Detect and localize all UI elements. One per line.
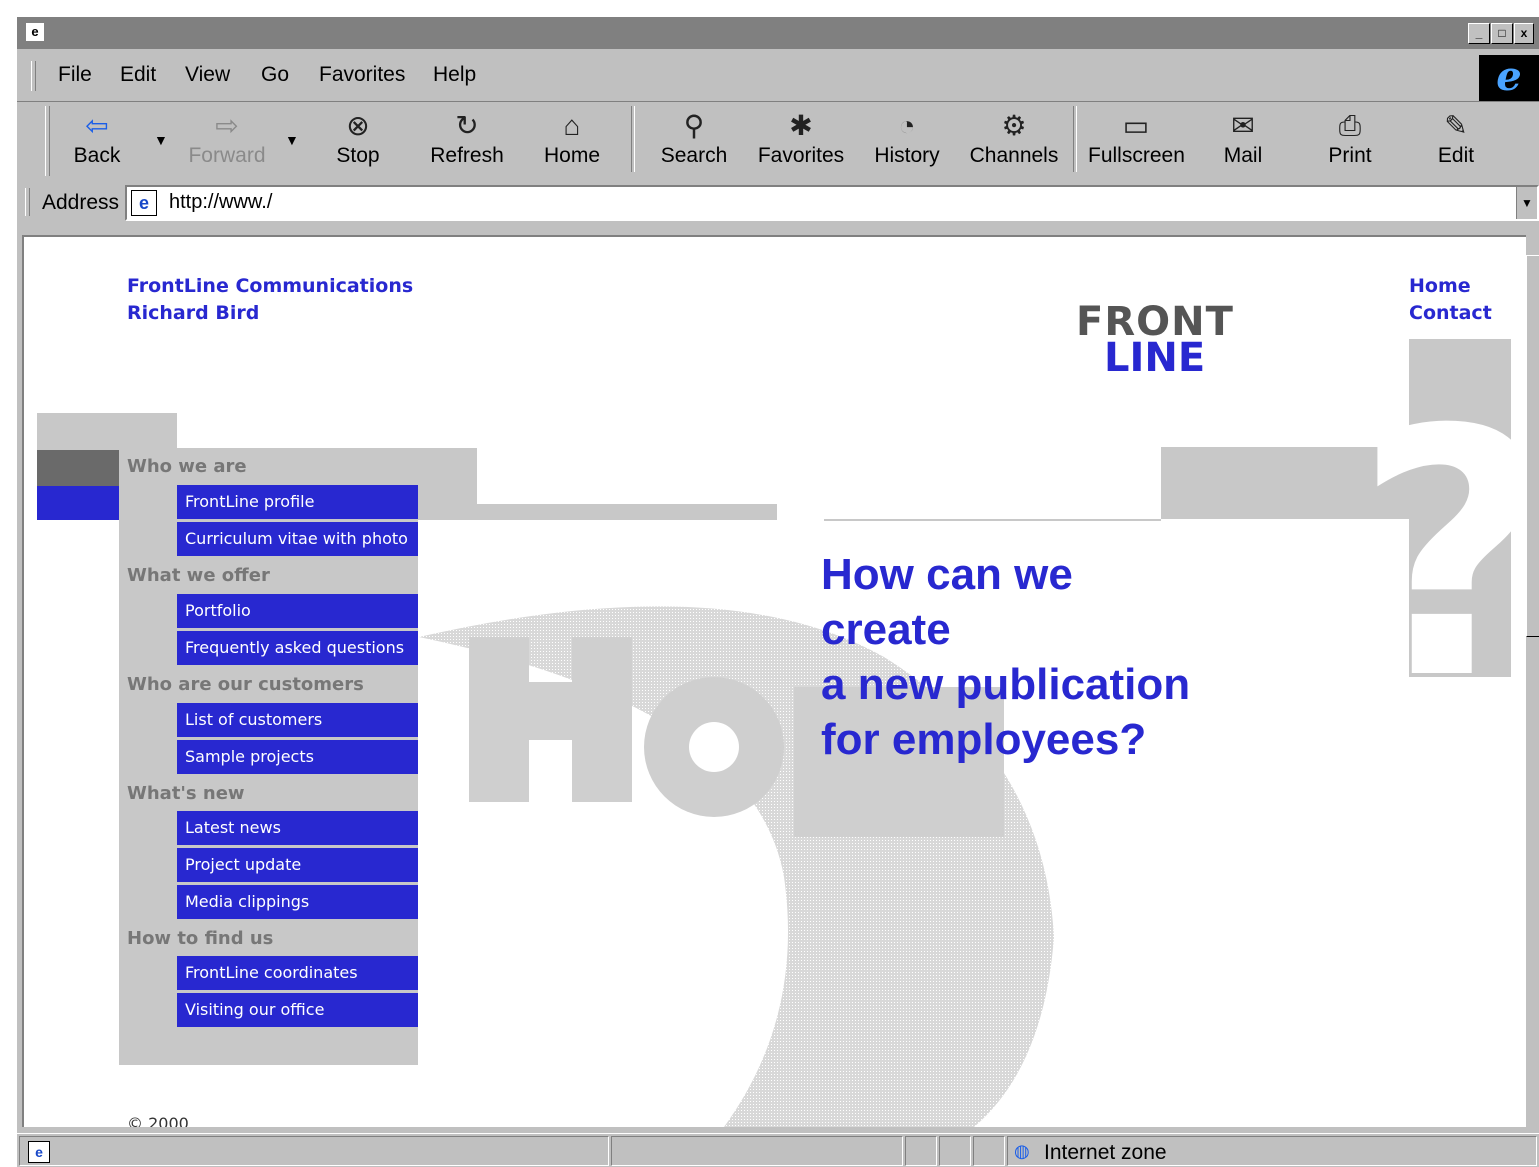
nav-link-media-clippings[interactable]: Media clippings xyxy=(177,885,418,919)
menu-go[interactable]: Go xyxy=(261,63,289,87)
print-icon: ⎙ xyxy=(1338,110,1362,141)
nav-link-cv[interactable]: Curriculum vitae with photo xyxy=(177,522,418,556)
history-icon: ◔ xyxy=(898,110,916,141)
nav-link-visiting-office[interactable]: Visiting our office xyxy=(177,993,418,1027)
mail-icon: ✉ xyxy=(1231,110,1255,141)
nav-section-who-we-are: Who we are xyxy=(127,456,247,477)
standard-toolbar: ⇦ Back ▼ ⇨ Forward ▼ ⊗ Stop ↻ Refresh ⌂ Home … xyxy=(17,101,1539,182)
stop-button[interactable]: ⊗ Stop xyxy=(310,106,406,176)
edit-icon: ✎ xyxy=(1444,110,1468,141)
dark-grey-block xyxy=(37,450,119,486)
favorites-button[interactable]: ✱ Favorites xyxy=(753,106,849,176)
globe-icon: ◍ xyxy=(1014,1141,1030,1161)
nav-link-faq[interactable]: Frequently asked questions xyxy=(177,631,418,665)
address-input[interactable]: e http://www./ ▼ xyxy=(125,185,1539,221)
nav-section-customers: Who are our customers xyxy=(127,674,364,695)
ie-app-icon[interactable]: e xyxy=(26,23,44,41)
headline: How can we create a new publication for … xyxy=(821,547,1190,767)
contact-link[interactable]: Contact xyxy=(1409,302,1492,324)
nav-section-what-we-offer: What we offer xyxy=(127,565,270,586)
menu-help[interactable]: Help xyxy=(433,63,476,87)
fullscreen-button[interactable]: ▭ Fullscreen xyxy=(1088,106,1185,176)
status-zone-cell: ◍ Internet zone xyxy=(1007,1136,1537,1166)
menu-edit[interactable]: Edit xyxy=(120,63,156,87)
print-button[interactable]: ⎙ Print xyxy=(1302,106,1398,176)
blue-block xyxy=(37,486,119,520)
status-cell xyxy=(939,1136,971,1166)
menu-grip[interactable] xyxy=(31,61,36,91)
menu-favorites[interactable]: Favorites xyxy=(319,63,405,87)
home-button[interactable]: ⌂ Home xyxy=(524,106,620,176)
toolbar-separator xyxy=(1073,106,1077,172)
headline-line: for employees? xyxy=(821,715,1147,764)
toolbar-separator xyxy=(631,106,635,172)
maximize-button[interactable]: □ xyxy=(1491,23,1513,44)
refresh-button[interactable]: ↻ Refresh xyxy=(419,106,515,176)
page-icon: e xyxy=(131,190,157,216)
status-cell xyxy=(973,1136,1005,1166)
status-progress-cell xyxy=(611,1136,903,1166)
menu-file[interactable]: File xyxy=(58,63,92,87)
mail-button[interactable]: ✉ Mail xyxy=(1195,106,1291,176)
address-grip[interactable] xyxy=(25,188,30,216)
web-page: ? FrontLine Communications Richard Bird … xyxy=(22,235,1534,1127)
status-bar: e ◍ Internet zone xyxy=(17,1133,1539,1167)
channels-button[interactable]: ⚙ Channels xyxy=(966,106,1062,176)
status-cell xyxy=(905,1136,937,1166)
search-button[interactable]: ⚲ Search xyxy=(646,106,742,176)
channels-icon: ⚙ xyxy=(1001,110,1027,141)
menu-bar: File Edit View Go Favorites Help e xyxy=(17,51,1539,101)
refresh-icon: ↻ xyxy=(455,110,479,141)
minimize-button[interactable]: _ xyxy=(1468,23,1490,44)
history-button[interactable]: ◔ History xyxy=(859,106,955,176)
vertical-scrollbar[interactable] xyxy=(1526,235,1539,1127)
grey-block xyxy=(418,504,777,520)
nav-link-latest-news[interactable]: Latest news xyxy=(177,811,418,845)
menu-view[interactable]: View xyxy=(185,63,230,87)
svg-text:?: ? xyxy=(1354,358,1534,754)
address-bar: Address e http://www./ ▼ xyxy=(17,183,1539,223)
headline-line: a new publication xyxy=(821,660,1191,709)
ie-throbber-icon: e xyxy=(1479,55,1539,101)
search-icon: ⚲ xyxy=(683,110,705,141)
person-name: Richard Bird xyxy=(127,302,260,324)
status-main-cell: e xyxy=(19,1136,609,1166)
frontline-logo-bottom: LINE xyxy=(1104,335,1206,381)
forward-arrow-icon: ⇨ xyxy=(215,110,239,141)
nav-section-how-to-find-us: How to find us xyxy=(127,928,274,949)
favorites-icon: ✱ xyxy=(789,110,813,141)
home-link[interactable]: Home xyxy=(1409,275,1471,297)
headline-line: create xyxy=(821,605,951,654)
nav-link-sample-projects[interactable]: Sample projects xyxy=(177,740,418,774)
headline-line: How can we xyxy=(821,550,1073,599)
address-label: Address xyxy=(42,191,120,214)
back-arrow-icon: ⇦ xyxy=(85,110,109,141)
page-status-icon: e xyxy=(28,1141,50,1163)
back-dropdown-button[interactable]: ▼ xyxy=(154,132,168,148)
nav-link-portfolio[interactable]: Portfolio xyxy=(177,594,418,628)
fullscreen-icon: ▭ xyxy=(1122,110,1150,141)
forward-dropdown-button[interactable]: ▼ xyxy=(285,132,299,148)
scrollbar-thumb[interactable] xyxy=(1526,255,1539,637)
back-button[interactable]: ⇦ Back xyxy=(49,106,145,176)
nav-link-frontline-profile[interactable]: FrontLine profile xyxy=(177,485,418,519)
home-icon: ⌂ xyxy=(563,110,581,141)
address-dropdown-button[interactable]: ▼ xyxy=(1516,187,1537,219)
forward-button[interactable]: ⇨ Forward xyxy=(179,106,275,176)
stop-icon: ⊗ xyxy=(346,110,370,141)
close-button[interactable]: x xyxy=(1514,23,1534,44)
edit-button[interactable]: ✎ Edit xyxy=(1408,106,1504,176)
zone-label: Internet zone xyxy=(1044,1141,1167,1164)
nav-section-whats-new: What's new xyxy=(127,783,245,804)
nav-link-coordinates[interactable]: FrontLine coordinates xyxy=(177,956,418,990)
company-name: FrontLine Communications xyxy=(127,275,414,297)
address-url[interactable]: http://www./ xyxy=(169,191,272,214)
nav-link-project-update[interactable]: Project update xyxy=(177,848,418,882)
nav-link-list-of-customers[interactable]: List of customers xyxy=(177,703,418,737)
copyright: © 2000 xyxy=(127,1114,189,1127)
title-bar: e _ □ x xyxy=(17,17,1539,49)
